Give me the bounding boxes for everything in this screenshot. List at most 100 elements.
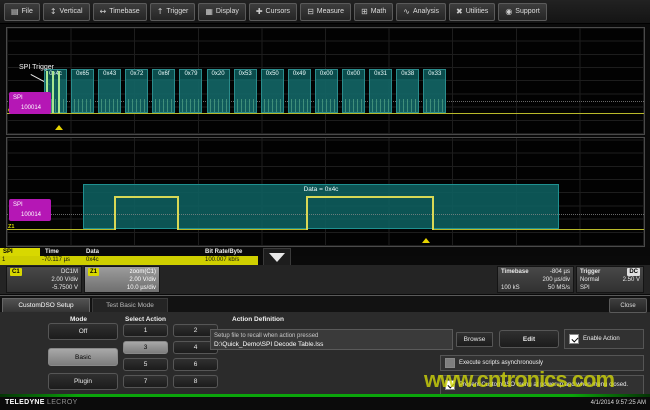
status-bar: TELEDYNE LECROY 4/1/2014 9:57:25 AM bbox=[0, 397, 650, 410]
row-time: -70.117 µs bbox=[42, 256, 70, 265]
menu-vertical[interactable]: ↕Vertical bbox=[43, 3, 90, 21]
action-button-3[interactable]: 3 bbox=[123, 341, 168, 354]
decode-table-row[interactable]: 1 -70.117 µs 0x4c 100.007 kb/s bbox=[0, 256, 258, 265]
menu-cursors-label: Cursors bbox=[266, 8, 291, 15]
z1-descriptor[interactable]: Z1zoom(C1) 2.00 V/div 10.0 µs/div bbox=[84, 266, 160, 293]
spi-badge-line1: SPI bbox=[13, 93, 51, 103]
math-icon: ⊞ bbox=[361, 8, 368, 16]
close-button[interactable]: Close bbox=[609, 298, 647, 313]
setup-file-field[interactable]: Setup file to recall when action pressed… bbox=[210, 329, 453, 350]
menu-file[interactable]: ▤File bbox=[4, 3, 40, 21]
spi-badge-line2: 100014 bbox=[13, 103, 51, 113]
datetime-display: 4/1/2014 9:57:25 AM bbox=[591, 400, 646, 406]
select-action-label: Select Action bbox=[125, 316, 166, 323]
decode-byte: 0x53 bbox=[234, 69, 257, 113]
enable-action-option[interactable]: Enable Action bbox=[564, 329, 644, 349]
brand-lecroy: LECROY bbox=[47, 399, 78, 406]
menu-analysis[interactable]: ∿Analysis bbox=[396, 3, 446, 21]
menu-vertical-label: Vertical bbox=[60, 8, 83, 15]
menu-timebase-label: Timebase bbox=[109, 8, 139, 15]
col-data: Data bbox=[86, 248, 99, 256]
action-button-6[interactable]: 6 bbox=[173, 358, 218, 371]
zoom-waveform-grid[interactable]: Data = 0x4c SPI 100014 Z1 bbox=[6, 137, 645, 247]
menu-timebase[interactable]: ↔Timebase bbox=[93, 3, 147, 21]
trigger-position-marker[interactable] bbox=[55, 125, 63, 130]
c1-descriptor[interactable]: C1DC1M 2.00 V/div -5.7500 V bbox=[6, 266, 82, 293]
main-waveform-grid[interactable]: SPI Trigger 0x4c 0x65 0x43 0x72 0x6f 0x7… bbox=[6, 27, 645, 135]
mode-off-button[interactable]: Off bbox=[48, 323, 118, 340]
menu-support-label: Support bbox=[515, 8, 540, 15]
timebase-tdiv: 200 µs/div bbox=[543, 276, 570, 284]
z1-source: zoom(C1) bbox=[130, 268, 156, 276]
chevron-down-icon bbox=[269, 253, 285, 262]
timebase-title: Timebase bbox=[501, 268, 529, 276]
z1-vdiv: 2.00 V/div bbox=[129, 276, 156, 284]
action-button-7[interactable]: 7 bbox=[123, 375, 168, 388]
action-button-1[interactable]: 1 bbox=[123, 324, 168, 337]
menu-trigger[interactable]: ↑Trigger bbox=[150, 3, 196, 21]
menu-bar: ▤File ↕Vertical ↔Timebase ↑Trigger ▦Disp… bbox=[0, 0, 650, 24]
enable-action-checkbox[interactable] bbox=[569, 334, 579, 344]
timebase-samples: 100 kS bbox=[501, 284, 520, 292]
col-bitrate: Bit Rate/Byte bbox=[205, 248, 242, 256]
decode-byte: 0x38 bbox=[396, 69, 419, 113]
zoom-trace-high bbox=[306, 196, 433, 198]
menu-display-label: Display bbox=[216, 8, 239, 15]
action-button-5[interactable]: 5 bbox=[123, 358, 168, 371]
menu-utilities[interactable]: ✖Utilities bbox=[449, 3, 495, 21]
c1-trace-baseline bbox=[7, 113, 644, 114]
browse-button[interactable]: Browse bbox=[456, 332, 493, 347]
setup-file-path: D:\Quick_Demo\SPI Decode Table.lss bbox=[214, 340, 449, 349]
decode-byte: 0x65 bbox=[71, 69, 94, 113]
zoom-position-marker[interactable] bbox=[422, 238, 430, 243]
support-icon: ◉ bbox=[505, 8, 512, 16]
oscilloscope-screen: ▤File ↕Vertical ↔Timebase ↑Trigger ▦Disp… bbox=[0, 0, 650, 410]
c1-offset: -5.7500 V bbox=[52, 284, 78, 292]
row-data: 0x4c bbox=[86, 256, 99, 265]
c1-badge: C1 bbox=[10, 268, 22, 276]
timebase-descriptor[interactable]: Timebase-804 µs 200 µs/div 100 kS50 MS/s bbox=[497, 266, 574, 293]
col-time: Time bbox=[45, 248, 59, 256]
decode-byte: 0x79 bbox=[179, 69, 202, 113]
descriptor-bar: C1DC1M 2.00 V/div -5.7500 V Z1 zoom(C1) 2… bbox=[0, 265, 650, 294]
decode-byte: 0x49 bbox=[288, 69, 311, 113]
menu-analysis-label: Analysis bbox=[413, 8, 439, 15]
menu-cursors[interactable]: ✚Cursors bbox=[249, 3, 297, 21]
tab-test-basic-mode[interactable]: Test Basic Mode bbox=[92, 298, 168, 312]
mode-basic-button[interactable]: Basic bbox=[48, 348, 118, 366]
decode-table-expand-button[interactable] bbox=[263, 248, 291, 266]
trigger-descriptor[interactable]: TriggerDC Normal2.50 V SPI bbox=[576, 266, 644, 293]
decode-table-title[interactable]: SPI bbox=[0, 248, 40, 256]
mode-plugin-button[interactable]: Plugin bbox=[48, 373, 118, 390]
decode-byte: 0x00 bbox=[342, 69, 365, 113]
zoom-trace-edge bbox=[306, 196, 308, 230]
enable-action-label: Enable Action bbox=[583, 336, 620, 342]
menu-math[interactable]: ⊞Math bbox=[354, 3, 393, 21]
setup-file-hint: Setup file to recall when action pressed bbox=[214, 332, 449, 340]
watermark: www.cntronics.com bbox=[424, 367, 614, 393]
menu-trigger-label: Trigger bbox=[166, 8, 188, 15]
row-bitrate: 100.007 kb/s bbox=[205, 256, 239, 265]
spi-zoom-badge[interactable]: SPI 100014 bbox=[9, 199, 51, 221]
menu-display[interactable]: ▦Display bbox=[198, 3, 246, 21]
menu-file-label: File bbox=[22, 8, 33, 15]
menu-measure-label: Measure bbox=[317, 8, 344, 15]
row-index: 1 bbox=[2, 256, 5, 265]
zoom-trace-low bbox=[178, 229, 306, 230]
decode-byte: 0x31 bbox=[369, 69, 392, 113]
z1-badge: Z1 bbox=[88, 268, 99, 276]
decode-byte: 0x00 bbox=[315, 69, 338, 113]
edit-button[interactable]: Edit bbox=[499, 330, 559, 348]
measure-icon: ⊟ bbox=[307, 8, 314, 16]
menu-measure[interactable]: ⊟Measure bbox=[300, 3, 351, 21]
menu-support[interactable]: ◉Support bbox=[498, 3, 547, 21]
spi-decode-badge[interactable]: SPI 100014 bbox=[9, 92, 51, 114]
trigger-mode: Normal bbox=[580, 276, 599, 284]
brand-logo: TELEDYNE LECROY bbox=[5, 399, 78, 406]
decode-byte: 0x50 bbox=[261, 69, 284, 113]
action-button-8[interactable]: 8 bbox=[173, 375, 218, 388]
tab-customdso-setup[interactable]: CustomDSO Setup bbox=[2, 298, 90, 312]
timebase-offset: -804 µs bbox=[550, 268, 570, 276]
decode-data-region: Data = 0x4c bbox=[83, 184, 559, 229]
exec-async-label: Execute scripts asynchronously bbox=[459, 360, 543, 366]
